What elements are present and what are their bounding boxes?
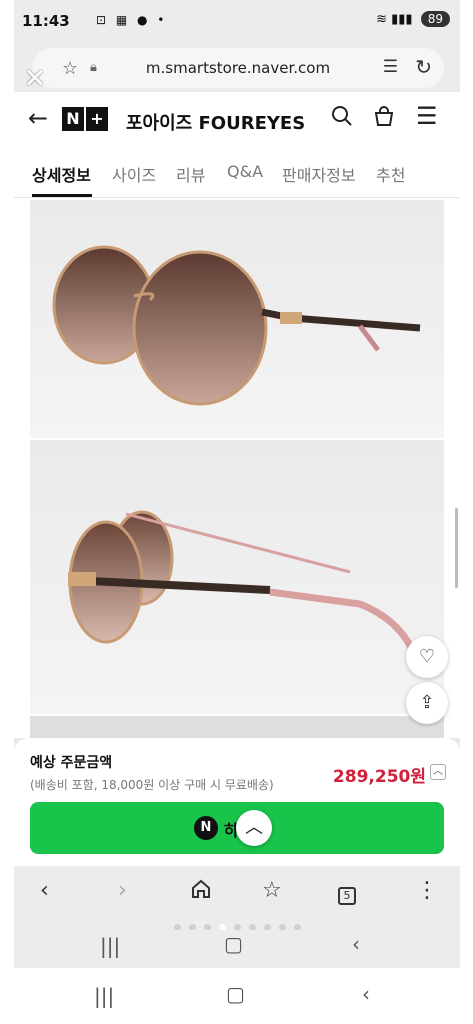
inner-nav-bar: ||| ▢ ‹: [14, 930, 460, 968]
back-button-icon[interactable]: ‹: [352, 932, 360, 956]
battery-badge: 89: [420, 11, 450, 27]
naver-pay-badge: N: [194, 816, 218, 840]
page-dots: [14, 918, 460, 931]
tab-review[interactable]: 리뷰: [176, 162, 205, 186]
store-header: ← N + 포아이즈 FOUREYES ☰: [14, 92, 460, 148]
tab-size[interactable]: 사이즈: [112, 162, 156, 186]
status-right: ≋ ▮▮▮ 89: [376, 11, 450, 27]
reload-icon[interactable]: ↻: [415, 55, 432, 79]
store-name[interactable]: 포아이즈 FOUREYES: [126, 109, 305, 135]
reader-icon[interactable]: ☰: [383, 57, 398, 77]
phone-screen: 11:43 ⊡ ▦ ● • ≋ ▮▮▮ 89 ☆ 🔒︎ m.smartstore…: [14, 0, 460, 968]
status-time: 11:43: [22, 12, 70, 30]
tab-detail[interactable]: 상세정보: [32, 162, 91, 186]
home-button-icon[interactable]: ▢: [224, 932, 243, 956]
signal-icon: ▮▮▮: [391, 12, 413, 27]
product-photo-side: [30, 440, 444, 714]
order-summary-panel: 예상 주문금액 (배송비 포함, 18,000원 이상 구매 시 무료배송) 2…: [14, 738, 460, 866]
logo-letter: N: [62, 107, 84, 131]
scroll-top-chevron-icon[interactable]: ︿: [236, 810, 272, 846]
system-nav-bar: ||| ▢ ‹: [0, 968, 473, 1024]
close-icon[interactable]: ✕: [24, 64, 46, 94]
logo-letter: +: [86, 107, 108, 131]
chevron-up-icon[interactable]: ︿: [430, 764, 446, 780]
share-icon[interactable]: ⇪: [406, 682, 448, 724]
tab-qna[interactable]: Q&A: [227, 162, 263, 181]
chevron-left-icon[interactable]: ‹: [40, 878, 49, 903]
browser-toolbar: ‹ › ☆ 5 ⋮: [14, 866, 460, 918]
tabs-icon[interactable]: 5: [338, 880, 356, 905]
scroll-indicator[interactable]: [455, 508, 458, 588]
heart-check-icon[interactable]: ♡: [406, 636, 448, 678]
order-price: 289,250원: [332, 767, 426, 787]
home-icon[interactable]: [190, 878, 212, 906]
status-notification-icons: ⊡ ▦ ● •: [96, 13, 168, 27]
buy-button[interactable]: N 하기 ︿: [30, 802, 444, 854]
menu-icon[interactable]: ☰: [416, 102, 438, 130]
recent-apps-icon[interactable]: |||: [94, 984, 114, 1008]
chevron-right-icon[interactable]: ›: [118, 878, 127, 903]
back-arrow-icon[interactable]: ←: [28, 104, 48, 132]
search-icon[interactable]: [330, 104, 354, 134]
order-title: 예상 주문금액: [30, 755, 113, 771]
bag-icon[interactable]: [372, 104, 396, 134]
browser-url-bar: ☆ 🔒︎ m.smartstore.naver.com ☰ ↻: [14, 44, 460, 92]
product-detail-content: ♡ ⇪: [14, 198, 460, 738]
product-photo-front: [30, 200, 444, 438]
url-box[interactable]: ☆ 🔒︎ m.smartstore.naver.com ☰ ↻: [32, 48, 444, 88]
wifi-icon: ≋: [376, 12, 387, 27]
recent-apps-icon[interactable]: |||: [100, 934, 120, 958]
order-shipping-note: (배송비 포함, 18,000원 이상 구매 시 무료배송): [30, 778, 274, 792]
status-bar: 11:43 ⊡ ▦ ● • ≋ ▮▮▮ 89: [14, 0, 460, 44]
tab-seller-info[interactable]: 판매자정보: [282, 162, 356, 186]
bookmark-star-icon[interactable]: ☆: [262, 878, 282, 903]
product-photo-partial: [30, 716, 444, 738]
product-tabs: 상세정보 사이즈 리뷰 Q&A 판매자정보 추천: [14, 148, 460, 198]
naver-plus-logo[interactable]: N +: [62, 107, 110, 131]
back-button-icon[interactable]: ‹: [362, 982, 370, 1006]
active-tab-indicator: [32, 194, 92, 197]
tab-recommend[interactable]: 추천: [376, 162, 405, 186]
more-icon[interactable]: ⋮: [416, 878, 438, 903]
tab-count: 5: [338, 887, 356, 905]
home-button-icon[interactable]: ▢: [226, 982, 245, 1006]
